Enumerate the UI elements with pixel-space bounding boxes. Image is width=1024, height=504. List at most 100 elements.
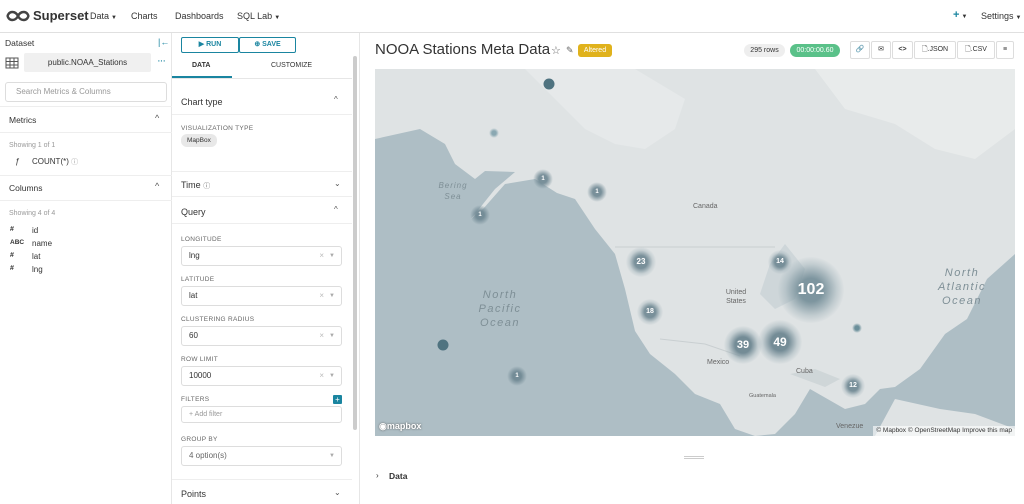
filters-label: FILTERS	[181, 396, 210, 403]
dataset-more-icon[interactable]: ···	[157, 55, 166, 67]
brand-logo[interactable]: Superset	[6, 8, 89, 23]
column-item[interactable]: lat	[32, 252, 40, 261]
chart-area: NOOA Stations Meta Data ☆ ✎ Altered 295 …	[360, 33, 1024, 504]
columns-heading[interactable]: Columns	[9, 183, 43, 193]
resize-handle[interactable]	[684, 456, 704, 459]
cluster-bubble[interactable]: 12	[841, 374, 865, 398]
cluster-bubble[interactable]: 1	[533, 169, 553, 189]
row-limit-select[interactable]: 10000 × ▼	[181, 366, 342, 386]
cluster-point[interactable]	[437, 339, 449, 351]
row-count-badge: 295 rows	[744, 44, 785, 57]
save-icon: ⊕	[254, 41, 261, 48]
cluster-point[interactable]	[489, 128, 499, 138]
email-icon[interactable]: ✉	[871, 41, 891, 59]
nav-charts[interactable]: Charts	[131, 11, 158, 21]
run-button[interactable]: ▶ RUN	[181, 37, 239, 53]
column-item[interactable]: name	[32, 239, 52, 248]
clear-icon: ×	[319, 331, 324, 340]
info-icon: ⓘ	[203, 183, 211, 190]
map-label-cuba: Cuba	[796, 368, 813, 375]
cluster-bubble[interactable]: 1	[507, 366, 527, 386]
clear-icon: ×	[319, 291, 324, 300]
cluster-bubble[interactable]: 14	[768, 250, 792, 274]
cluster-bubble[interactable]: 23	[626, 247, 656, 277]
edit-icon[interactable]: ✎	[566, 45, 574, 56]
add-filter-icon[interactable]: +	[333, 395, 342, 404]
dataset-name[interactable]: public.NOAA_Stations	[24, 53, 151, 72]
chevron-down-icon[interactable]: ⌄	[334, 488, 341, 497]
chevron-up-icon[interactable]: ^	[155, 113, 159, 123]
mapbox-map[interactable]: Canada United States Mexico Cuba Bering Se…	[375, 69, 1015, 436]
column-item[interactable]: lng	[32, 265, 43, 274]
altered-badge[interactable]: Altered	[578, 44, 612, 57]
chevron-up-icon[interactable]: ^	[334, 205, 338, 214]
number-type-icon: #	[10, 226, 14, 233]
nav-dashboards[interactable]: Dashboards	[175, 11, 224, 21]
scrollbar[interactable]	[353, 56, 357, 430]
points-heading[interactable]: Points	[181, 489, 206, 499]
link-icon[interactable]: 🔗	[850, 41, 870, 59]
number-type-icon: #	[10, 265, 14, 272]
chevron-down-icon: ▼	[111, 15, 117, 21]
radius-select[interactable]: 60 × ▼	[181, 326, 342, 346]
menu-icon[interactable]: ≡	[996, 41, 1014, 59]
json-export-button[interactable]: 🗋.JSON	[914, 41, 956, 59]
latitude-select[interactable]: lat × ▼	[181, 286, 342, 306]
cluster-bubble[interactable]: 1	[470, 205, 490, 225]
column-item[interactable]: id	[32, 226, 38, 235]
metric-count[interactable]: COUNT(*) ⓘ	[32, 157, 78, 167]
number-type-icon: #	[10, 252, 14, 259]
metrics-heading[interactable]: Metrics	[9, 115, 36, 125]
collapse-panel-icon[interactable]: |←	[158, 37, 169, 47]
chevron-down-icon: ▼	[329, 293, 335, 299]
dataset-heading: Dataset	[5, 38, 35, 48]
chart-type-heading[interactable]: Chart type	[181, 97, 223, 107]
table-icon	[5, 57, 19, 69]
chevron-up-icon[interactable]: ^	[334, 95, 338, 104]
chevron-up-icon[interactable]: ^	[155, 181, 159, 191]
add-filter-button[interactable]: + Add filter	[181, 406, 342, 423]
cluster-bubble[interactable]: 1	[587, 182, 607, 202]
plus-menu[interactable]: + ▼	[953, 9, 967, 21]
save-button[interactable]: ⊕ SAVE	[239, 37, 296, 53]
map-label-pacific-ocean: North Pacific Ocean	[478, 289, 522, 329]
embed-code-icon[interactable]: <>	[892, 41, 913, 59]
data-section-toggle[interactable]: Data	[389, 471, 407, 481]
map-label-guatemala: Guatemala	[749, 393, 776, 399]
query-heading[interactable]: Query	[181, 207, 206, 217]
chevron-down-icon: ▼	[329, 253, 335, 259]
cluster-point[interactable]	[852, 323, 862, 333]
viz-type-tag[interactable]: MapBox	[181, 134, 217, 147]
nav-data[interactable]: Data ▼	[90, 11, 117, 21]
star-icon[interactable]: ☆	[551, 44, 561, 57]
cluster-bubble[interactable]: 49	[758, 320, 802, 364]
csv-export-button[interactable]: 🗋.CSV	[957, 41, 995, 59]
groupby-select[interactable]: 4 option(s) ▼	[181, 446, 342, 466]
chart-title[interactable]: NOOA Stations Meta Data	[375, 41, 550, 58]
chevron-right-icon[interactable]: ›	[376, 471, 379, 480]
chevron-down-icon[interactable]: ⌄	[334, 179, 341, 188]
cluster-point[interactable]	[543, 78, 555, 90]
longitude-label: LONGITUDE	[181, 236, 222, 243]
columns-count: Showing 4 of 4	[9, 210, 56, 217]
search-input[interactable]: Search Metrics & Columns	[5, 82, 167, 102]
map-label-atlantic-ocean: North Atlantic Ocean	[937, 267, 987, 307]
longitude-select[interactable]: lng × ▼	[181, 246, 342, 266]
nav-sql-lab[interactable]: SQL Lab ▼	[237, 11, 280, 21]
tab-customize[interactable]: CUSTOMIZE	[271, 62, 312, 69]
map-land	[375, 69, 1015, 436]
map-label-mexico: Mexico	[707, 359, 730, 366]
tab-data[interactable]: DATA	[192, 62, 210, 69]
time-heading[interactable]: Time ⓘ	[181, 180, 210, 191]
cluster-bubble[interactable]: 18	[637, 299, 663, 325]
controls-panel: ▶ RUN ⊕ SAVE DATA CUSTOMIZE Chart type ^…	[172, 33, 360, 504]
top-navbar: Superset Data ▼ Charts Dashboards SQL Lab…	[0, 0, 1024, 33]
mapbox-logo[interactable]: ◉mapbox	[379, 421, 421, 432]
cluster-bubble[interactable]: 39	[724, 326, 762, 364]
map-label-bering-sea: Bering Sea	[438, 181, 468, 201]
viz-type-label: VISUALIZATION TYPE	[181, 125, 254, 132]
chevron-down-icon: ▼	[961, 14, 968, 20]
settings-menu[interactable]: Settings ▼	[981, 11, 1021, 21]
dataset-panel: Dataset |← public.NOAA_Stations ··· Sear…	[0, 33, 172, 504]
map-attribution[interactable]: © Mapbox © OpenStreetMap Improve this ma…	[873, 426, 1015, 436]
